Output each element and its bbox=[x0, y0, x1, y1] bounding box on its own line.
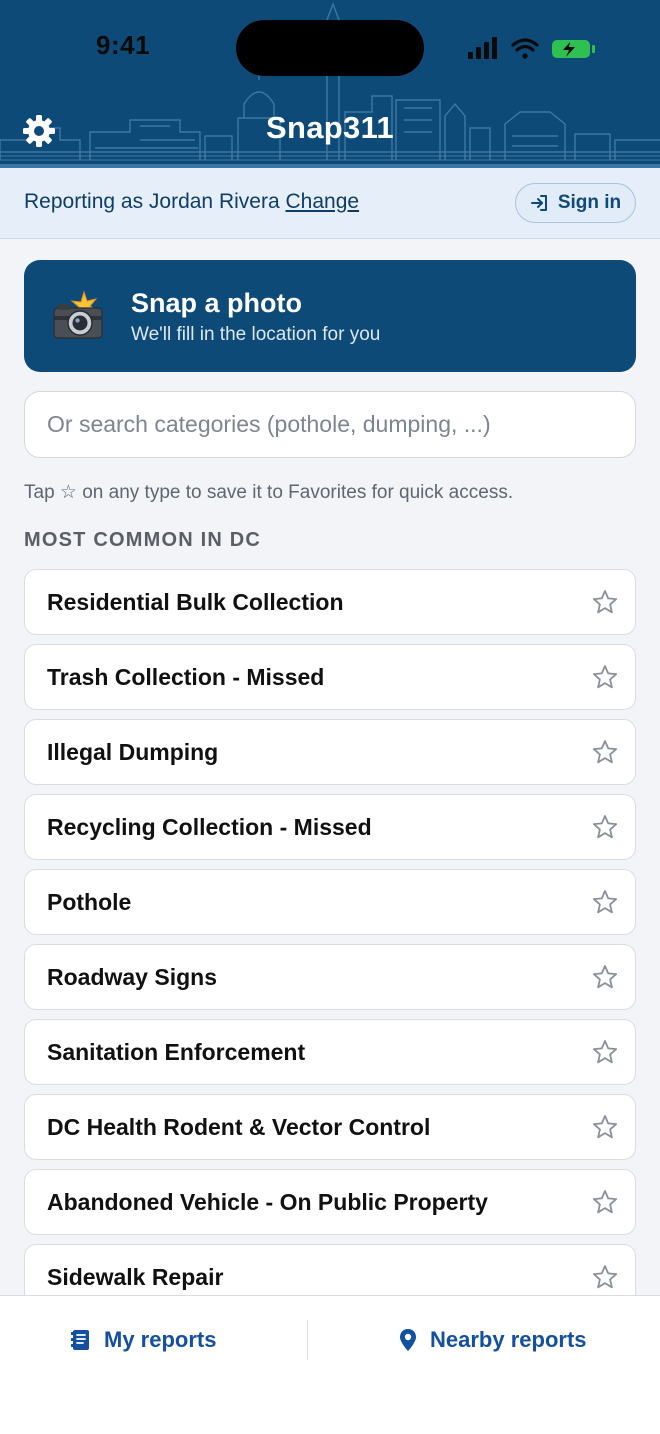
list-item[interactable]: Trash Collection - Missed bbox=[24, 644, 636, 710]
star-icon[interactable] bbox=[592, 889, 618, 915]
reporting-as-label: Reporting as Jordan Rivera bbox=[24, 190, 280, 213]
battery-charging-icon bbox=[552, 40, 595, 58]
snap-photo-card[interactable]: Snap a photo We'll fill in the location … bbox=[24, 260, 636, 372]
list-item[interactable]: Sidewalk Repair bbox=[24, 1244, 636, 1295]
app-title: Snap311 bbox=[266, 110, 394, 145]
category-label: Trash Collection - Missed bbox=[47, 664, 325, 690]
list-item[interactable]: Roadway Signs bbox=[24, 944, 636, 1010]
category-list: Residential Bulk Collection Trash Collec… bbox=[0, 569, 660, 1295]
snap-photo-title: Snap a photo bbox=[131, 288, 302, 318]
list-item[interactable]: DC Health Rodent & Vector Control bbox=[24, 1094, 636, 1160]
cellular-signal-icon bbox=[468, 37, 497, 59]
tab-my-reports-label: My reports bbox=[104, 1327, 217, 1352]
category-label: Illegal Dumping bbox=[47, 739, 219, 765]
favorites-hint: Tap ☆ on any type to save it to Favorite… bbox=[24, 482, 514, 503]
map-pin-icon bbox=[400, 1329, 416, 1351]
star-icon[interactable] bbox=[592, 589, 618, 615]
list-item[interactable]: Recycling Collection - Missed bbox=[24, 794, 636, 860]
sign-in-label: Sign in bbox=[557, 192, 622, 213]
category-label: Pothole bbox=[47, 889, 132, 915]
category-search-input[interactable] bbox=[24, 391, 636, 458]
bottom-tab-bar: My reports Nearby reports bbox=[0, 1295, 660, 1434]
star-icon[interactable] bbox=[592, 1114, 618, 1140]
status-time: 9:41 bbox=[96, 30, 151, 60]
star-icon[interactable] bbox=[592, 739, 618, 765]
list-item[interactable]: Sanitation Enforcement bbox=[24, 1019, 636, 1085]
category-label: Residential Bulk Collection bbox=[47, 589, 344, 615]
tab-my-reports[interactable]: My reports bbox=[70, 1320, 216, 1360]
star-icon[interactable] bbox=[592, 1189, 618, 1215]
star-icon[interactable] bbox=[592, 1039, 618, 1065]
star-icon[interactable] bbox=[592, 814, 618, 840]
category-label: Abandoned Vehicle - On Public Property bbox=[47, 1189, 488, 1215]
sign-in-button[interactable]: Sign in bbox=[515, 183, 636, 223]
identity-text: Reporting as Jordan Rivera Change bbox=[24, 190, 359, 214]
star-icon[interactable] bbox=[592, 964, 618, 990]
category-label: Sanitation Enforcement bbox=[47, 1039, 306, 1065]
list-item[interactable]: Abandoned Vehicle - On Public Property bbox=[24, 1169, 636, 1235]
app-header: 9:41 Snap311 bbox=[0, 0, 660, 168]
identity-bar: Reporting as Jordan Rivera Change Sign i… bbox=[0, 168, 660, 239]
camera-flash-icon bbox=[53, 290, 103, 339]
section-heading-most-common: MOST COMMON IN DC bbox=[24, 529, 262, 551]
document-icon bbox=[71, 1330, 89, 1350]
list-item[interactable]: Residential Bulk Collection bbox=[24, 569, 636, 635]
list-item[interactable]: Pothole bbox=[24, 869, 636, 935]
category-label: Recycling Collection - Missed bbox=[47, 814, 372, 840]
change-identity-link[interactable]: Change bbox=[285, 190, 359, 213]
wifi-icon bbox=[511, 38, 539, 59]
tab-nearby-reports-label: Nearby reports bbox=[430, 1327, 587, 1352]
sign-in-icon bbox=[530, 195, 547, 211]
dynamic-island bbox=[236, 20, 424, 76]
snap-photo-subtitle: We'll fill in the location for you bbox=[131, 324, 381, 345]
tab-divider bbox=[307, 1320, 308, 1360]
category-label: Sidewalk Repair bbox=[47, 1264, 224, 1290]
status-icons bbox=[468, 37, 595, 59]
star-icon[interactable] bbox=[592, 1264, 618, 1290]
list-item[interactable]: Illegal Dumping bbox=[24, 719, 636, 785]
category-label: Roadway Signs bbox=[47, 964, 217, 990]
tab-nearby-reports[interactable]: Nearby reports bbox=[398, 1320, 587, 1360]
category-label: DC Health Rodent & Vector Control bbox=[47, 1114, 431, 1140]
star-icon[interactable] bbox=[592, 664, 618, 690]
